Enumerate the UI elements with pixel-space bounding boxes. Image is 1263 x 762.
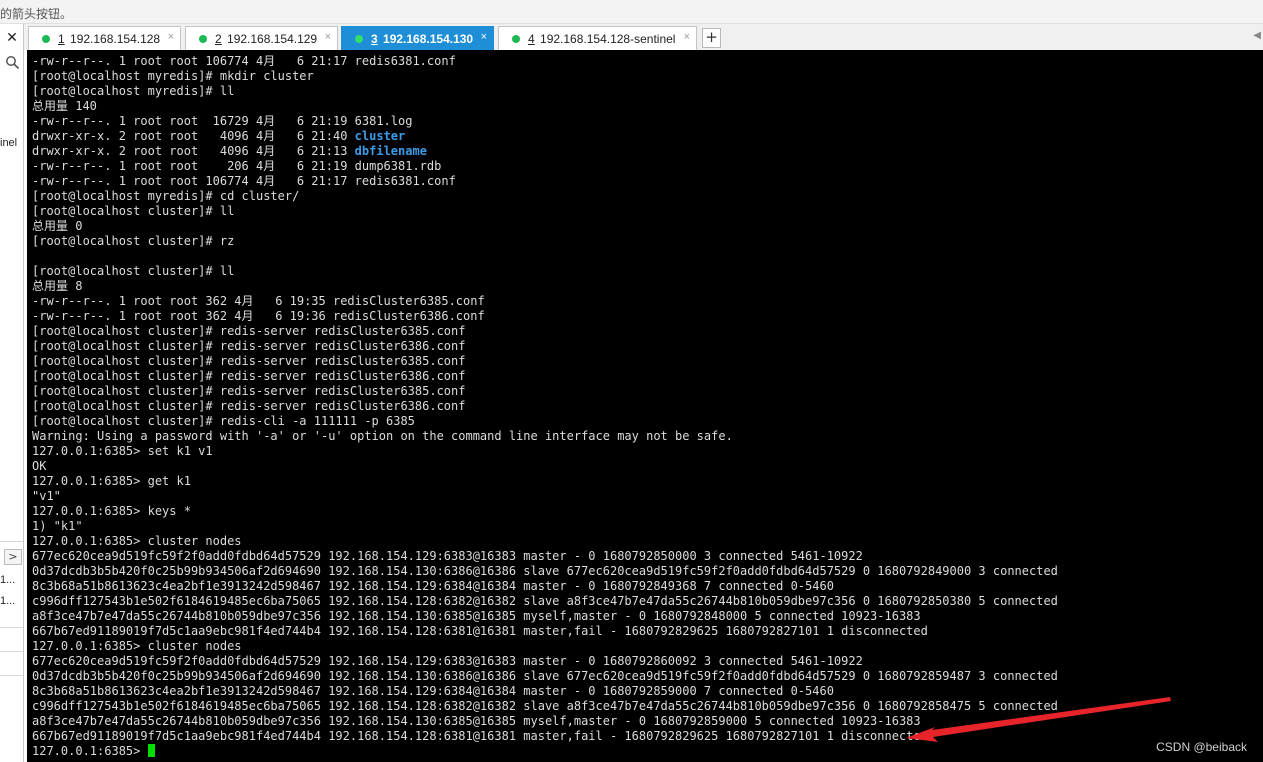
status-dot-icon — [512, 35, 520, 43]
terminal-line: 总用量 0 — [32, 219, 83, 233]
close-tab-icon[interactable]: × — [481, 31, 487, 43]
terminal-line: 127.0.0.1:6385> cluster nodes — [32, 639, 242, 653]
tab-session-1[interactable]: 1 192.168.154.128 × — [28, 26, 181, 50]
terminal-line: 127.0.0.1:6385> set k1 v1 — [32, 444, 213, 458]
terminal-line: 0d37dcdb3b5b420f0c25b99b934506af2d694690… — [32, 669, 1058, 683]
session-item-sentinel[interactable]: inel — [0, 137, 17, 149]
terminal-line: -rw-r--r--. 1 root root 206 4月 6 21:19 d… — [32, 159, 442, 173]
terminal-line: 总用量 8 — [32, 279, 83, 293]
terminal-line: [root@localhost cluster]# redis-server r… — [32, 354, 466, 368]
add-tab-button[interactable]: + — [702, 28, 721, 48]
terminal-line: [root@localhost cluster]# rz — [32, 234, 235, 248]
panel-divider — [0, 541, 23, 542]
tab-session-3[interactable]: 3 192.168.154.130 × — [341, 26, 494, 50]
terminal-line: 667b67ed91189019f7d5c1aa9ebc981f4ed744b4… — [32, 729, 928, 743]
terminal-line: 1) "k1" — [32, 519, 83, 533]
close-tab-icon[interactable]: × — [168, 31, 174, 43]
terminal-line: drwxr-xr-x. 2 root root 4096 4月 6 21:13 … — [32, 144, 427, 158]
terminal-line: [root@localhost cluster]# redis-server r… — [32, 324, 466, 338]
terminal-line: 677ec620cea9d519fc59f2f0add0fdbd64d57529… — [32, 549, 863, 563]
tab-session-2[interactable]: 2 192.168.154.129 × — [185, 26, 338, 50]
terminal-line: [root@localhost myredis]# ll — [32, 84, 235, 98]
terminal-line: [root@localhost cluster]# ll — [32, 204, 235, 218]
tab-label: 192.168.154.128-sentinel — [536, 32, 676, 46]
close-tab-icon[interactable]: × — [325, 31, 331, 43]
terminal-line: -rw-r--r--. 1 root root 362 4月 6 19:35 r… — [32, 294, 485, 308]
terminal-line: -rw-r--r--. 1 root root 106774 4月 6 21:1… — [32, 174, 456, 188]
terminal-line: Warning: Using a password with '-a' or '… — [32, 429, 733, 443]
terminal-line: c996dff127543b1e502f6184619485ec6ba75065… — [32, 699, 1058, 713]
terminal-line: 8c3b68a51b8613623c4ea2bf1e3913242d598467… — [32, 579, 834, 593]
search-icon[interactable] — [5, 55, 20, 70]
terminal-line: [root@localhost cluster]# redis-server r… — [32, 399, 466, 413]
terminal-line: 667b67ed91189019f7d5c1aa9ebc981f4ed744b4… — [32, 624, 928, 638]
terminal-line: [root@localhost cluster]# redis-server r… — [32, 369, 466, 383]
tab-label: 192.168.154.129 — [223, 32, 318, 46]
terminal-line: "v1" — [32, 489, 61, 503]
terminal-line: 0d37dcdb3b5b420f0c25b99b934506af2d694690… — [32, 564, 1058, 578]
terminal-line: -rw-r--r--. 1 root root 362 4月 6 19:36 r… — [32, 309, 485, 323]
terminal-line: OK — [32, 459, 47, 473]
tab-session-4[interactable]: 4 192.168.154.128-sentinel × — [498, 26, 697, 50]
terminal-line: -rw-r--r--. 1 root root 106774 4月 6 21:1… — [32, 54, 456, 68]
panel-divider — [0, 675, 23, 676]
close-icon[interactable]: ✕ — [0, 28, 23, 48]
terminal-line: 8c3b68a51b8613623c4ea2bf1e3913242d598467… — [32, 684, 834, 698]
status-dot-icon — [42, 35, 50, 43]
terminal-line: 677ec620cea9d519fc59f2f0add0fdbd64d57529… — [32, 654, 863, 668]
terminal-line: [root@localhost cluster]# ll — [32, 264, 235, 278]
tab-label: 192.168.154.130 — [379, 32, 474, 46]
watermark: CSDN @beiback — [1156, 740, 1247, 754]
close-tab-icon[interactable]: × — [684, 31, 690, 43]
terminal-line: drwxr-xr-x. 2 root root 4096 4月 6 21:40 … — [32, 129, 406, 143]
top-notice-bar: 的箭头按钮。 — [0, 0, 1263, 24]
panel-divider — [0, 627, 23, 628]
tab-scroll-left-icon[interactable]: ◀ — [1253, 30, 1261, 41]
terminal-line: 127.0.0.1:6385> keys * — [32, 504, 191, 518]
session-item[interactable]: 1... — [0, 574, 15, 586]
terminal-line: [root@localhost myredis]# cd cluster/ — [32, 189, 300, 203]
directory-name: cluster — [354, 129, 406, 143]
terminal-line: 总用量 140 — [32, 99, 97, 113]
terminal-line: 127.0.0.1:6385> get k1 — [32, 474, 191, 488]
status-dot-icon — [199, 35, 207, 43]
terminal-line: a8f3ce47b7e47da55c26744b810b059dbe97c356… — [32, 714, 921, 728]
session-tab-bar: 1 192.168.154.128 × 2 192.168.154.129 × … — [24, 24, 1263, 50]
terminal-line: 127.0.0.1:6385> — [32, 744, 1263, 759]
terminal-line: [root@localhost cluster]# redis-server r… — [32, 339, 466, 353]
terminal-line: [root@localhost cluster]# redis-server r… — [32, 384, 466, 398]
terminal-line: a8f3ce47b7e47da55c26744b810b059dbe97c356… — [32, 609, 921, 623]
terminal-line: -rw-r--r--. 1 root root 16729 4月 6 21:19… — [32, 114, 413, 128]
tab-label: 192.168.154.128 — [66, 32, 161, 46]
terminal-line: [root@localhost myredis]# mkdir cluster — [32, 69, 314, 83]
terminal-output[interactable]: -rw-r--r--. 1 root root 106774 4月 6 21:1… — [27, 50, 1263, 762]
top-notice-text: 的箭头按钮。 — [0, 7, 73, 21]
terminal-line: 127.0.0.1:6385> cluster nodes — [32, 534, 242, 548]
terminal-cursor — [147, 744, 155, 757]
terminal-line: c996dff127543b1e502f6184619485ec6ba75065… — [32, 594, 1058, 608]
session-item[interactable]: 1... — [0, 595, 15, 607]
status-dot-icon — [355, 35, 363, 43]
panel-divider — [0, 651, 23, 652]
terminal-line: [root@localhost cluster]# redis-cli -a 1… — [32, 414, 415, 428]
session-panel: ✕ inel > 1... 1... — [0, 24, 24, 762]
expand-arrow-icon[interactable]: > — [4, 549, 22, 565]
directory-name: dbfilename — [354, 144, 427, 158]
